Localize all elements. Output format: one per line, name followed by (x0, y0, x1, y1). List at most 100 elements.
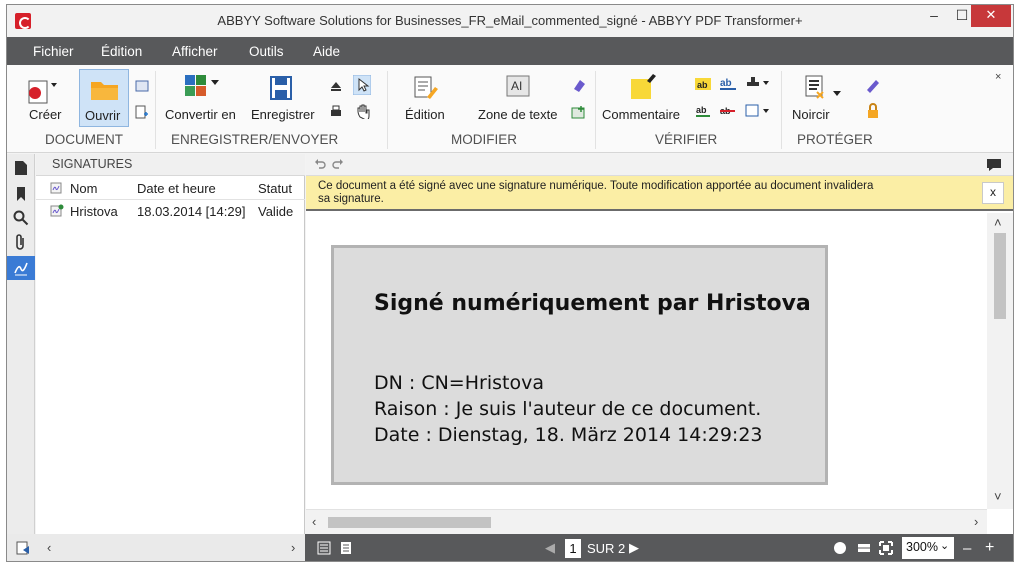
continuous-page-icon[interactable] (339, 541, 353, 555)
convertir-label: Convertir en (165, 107, 236, 122)
page-number-input[interactable]: 1 (565, 539, 581, 558)
menu-fichier[interactable]: Fichier (33, 44, 74, 59)
zoom-in-button[interactable]: + (985, 539, 994, 557)
ouvrir-button[interactable]: Ouvrir (79, 69, 129, 127)
stamp-icon[interactable] (745, 75, 771, 91)
title-bar: ABBYY Software Solutions for Businesses_… (7, 5, 1013, 37)
print-icon[interactable] (329, 105, 343, 119)
menu-edition[interactable]: Édition (101, 44, 142, 59)
group-modifier: MODIFIER (451, 132, 517, 147)
add-page-icon[interactable] (135, 105, 149, 119)
lock-icon[interactable] (865, 103, 881, 119)
svg-text:ab: ab (696, 105, 707, 115)
panel-scroll-left-icon[interactable]: ‹ (47, 540, 51, 555)
signature-raison: Raison : Je suis l'auteur de ce document… (374, 398, 762, 420)
group-proteger: PROTÉGER (797, 132, 873, 147)
eject-icon[interactable] (329, 79, 343, 93)
redo-icon[interactable] (332, 158, 344, 170)
commentaire-label: Commentaire (602, 107, 681, 122)
underline-text-icon[interactable]: ab (719, 75, 737, 91)
left-icon-strip (7, 154, 35, 534)
ribbon-separator (781, 71, 782, 149)
window-title: ABBYY Software Solutions for Businesses_… (217, 13, 803, 28)
svg-text:ab: ab (720, 78, 732, 89)
table-row[interactable]: Hristova 18.03.2014 [14:29] Valide (36, 200, 305, 222)
save-disk-icon (270, 76, 292, 100)
scroll-right-icon[interactable]: › (974, 514, 978, 529)
highlight-text-icon[interactable]: ab (695, 77, 711, 91)
signature-tab[interactable] (7, 256, 35, 280)
bookmark-icon[interactable] (13, 186, 29, 202)
convert-office-icon (185, 75, 219, 96)
select-cursor-icon[interactable] (353, 75, 371, 95)
signature-dn: DN : CN=Hristova (374, 372, 544, 394)
fullscreen-icon[interactable] (879, 541, 893, 555)
zoom-out-button[interactable]: – (963, 540, 971, 557)
ribbon-separator (387, 71, 388, 149)
app-window: ABBYY Software Solutions for Businesses_… (6, 4, 1014, 562)
comment-panel-icon[interactable] (986, 158, 1002, 172)
ribbon-close-button[interactable]: × (995, 71, 1001, 83)
signature-pen-icon[interactable] (865, 77, 881, 93)
signatures-columns: Nom Date et heure Statut (36, 176, 305, 200)
document-area: Ce document a été signé avec une signatu… (306, 154, 1013, 534)
menu-aide[interactable]: Aide (313, 44, 340, 59)
zoom-select[interactable]: 300% ⌄ (902, 537, 954, 559)
signatures-panel: SIGNATURES Nom Date et heure Statut Hris… (36, 154, 305, 534)
signature-date: Date : Dienstag, 18. März 2014 14:29:23 (374, 424, 763, 446)
row-date: 18.03.2014 [14:29] (137, 204, 246, 219)
zoom-value: 300% (906, 540, 938, 554)
page-icon[interactable] (13, 160, 29, 176)
left-status-area: ‹ › (7, 534, 305, 561)
redact-icon (805, 75, 841, 99)
highlight-eraser-icon[interactable] (571, 77, 587, 93)
undo-icon[interactable] (314, 158, 326, 170)
page-count: SUR 2 (587, 541, 626, 556)
horizontal-scroll-thumb[interactable] (328, 517, 491, 528)
horizontal-scrollbar[interactable]: ‹ › (306, 509, 987, 534)
fit-width-icon[interactable] (857, 541, 871, 555)
shapes-icon[interactable] (745, 103, 771, 119)
edit-icon (414, 76, 438, 99)
column-nom[interactable]: Nom (70, 181, 97, 196)
vertical-scroll-thumb[interactable] (994, 233, 1006, 319)
fit-page-icon[interactable] (833, 541, 847, 555)
notice-close-button[interactable]: x (982, 182, 1004, 204)
open-folder-icon (91, 82, 118, 100)
menu-outils[interactable]: Outils (249, 44, 284, 59)
single-page-icon[interactable] (317, 541, 331, 555)
ouvrir-label: Ouvrir (85, 108, 121, 123)
scroll-left-icon[interactable]: ‹ (312, 514, 316, 529)
scroll-up-icon[interactable]: ˄ (994, 215, 1002, 230)
row-nom: Hristova (70, 204, 118, 219)
document-view[interactable]: Signé numériquement par Hristova DN : CN… (306, 213, 986, 509)
search-icon[interactable] (13, 210, 29, 226)
hand-tool-icon[interactable] (356, 103, 372, 119)
scroll-down-icon[interactable]: ˅ (994, 489, 1002, 504)
svg-text:AI: AI (511, 79, 522, 93)
creer-label: Créer (29, 107, 62, 122)
status-bar: ‹ › ◀ 1 SUR 2 ▶ 300% ⌄ – + (7, 534, 1013, 561)
signature-appearance[interactable]: Signé numériquement par Hristova DN : CN… (331, 245, 828, 485)
next-page-icon[interactable]: ▶ (629, 540, 639, 556)
attachment-icon[interactable] (13, 234, 29, 250)
panel-scroll-right-icon[interactable]: › (291, 540, 295, 555)
chevron-down-icon: ⌄ (940, 540, 950, 552)
panel-options-icon[interactable] (15, 540, 31, 556)
ribbon: Créer Ouvrir DOCUMENT Convertir en Enreg… (7, 65, 1013, 153)
menu-afficher[interactable]: Afficher (172, 44, 218, 59)
row-statut: Valide (258, 204, 294, 219)
signature-title: Signé numériquement par Hristova (374, 291, 811, 316)
column-date[interactable]: Date et heure (137, 181, 216, 196)
underline-icon[interactable]: ab (695, 103, 711, 119)
signature-column-icon (50, 182, 62, 194)
signed-notice-text: Ce document a été signé avec une signatu… (318, 180, 874, 205)
column-statut[interactable]: Statut (258, 181, 292, 196)
close-button[interactable]: ✕ (971, 5, 1011, 27)
scan-icon[interactable] (135, 79, 149, 93)
vertical-scrollbar[interactable]: ˄ ˅ (987, 213, 1013, 509)
insert-image-icon[interactable] (571, 105, 587, 121)
strikethrough-icon[interactable]: ab (719, 103, 737, 119)
text-box-icon: AI (506, 75, 530, 97)
prev-page-icon[interactable]: ◀ (545, 540, 555, 556)
